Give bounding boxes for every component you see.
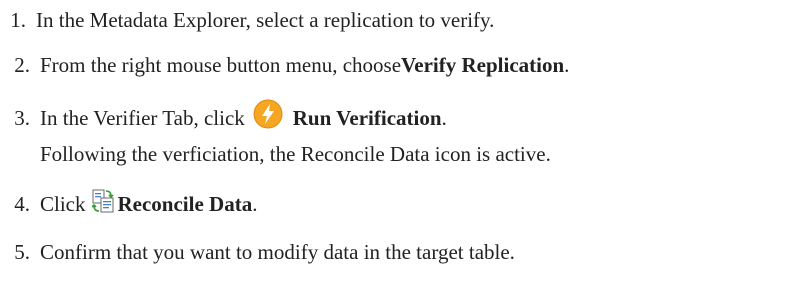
step-text-end: . [252, 192, 258, 216]
step-3: 3. In the Verifier Tab, click Run Verifi… [0, 99, 447, 133]
step-number: 3. [14, 105, 30, 130]
step-number: 5. [14, 240, 30, 264]
step-4: 4. Click Reconcile Data. [0, 189, 258, 217]
step-number: 4. [14, 192, 30, 216]
step-5: 5. Confirm that you want to modify data … [0, 240, 515, 265]
run-verification-bolt-icon [253, 99, 283, 129]
step-number: 1. [10, 8, 26, 32]
reconcile-data-icon [90, 189, 114, 213]
step-2: 2. From the right mouse button menu, cho… [0, 53, 569, 78]
step-1: 1. In the Metadata Explorer, select a re… [0, 8, 494, 33]
step-text-end: . [441, 105, 447, 130]
step-text: Click [40, 192, 86, 216]
run-verification-label: Run Verification [292, 105, 442, 130]
document-page: { "steps": [ { "number": "1.", "text": "… [0, 0, 808, 297]
step-3-note: Following the verficiation, the Reconcil… [40, 142, 551, 166]
verify-replication-label: Verify Replication [401, 53, 565, 77]
step-text: In the Verifier Tab, click [40, 105, 245, 130]
step-text: From the right mouse button menu, choose [40, 53, 402, 77]
step-number: 2. [14, 53, 30, 77]
step-text: In the Metadata Explorer, select a repli… [36, 8, 495, 32]
step-text: Confirm that you want to modify data in … [40, 240, 515, 264]
reconcile-data-label: Reconcile Data [117, 192, 253, 216]
step-text-end: . [564, 53, 570, 77]
